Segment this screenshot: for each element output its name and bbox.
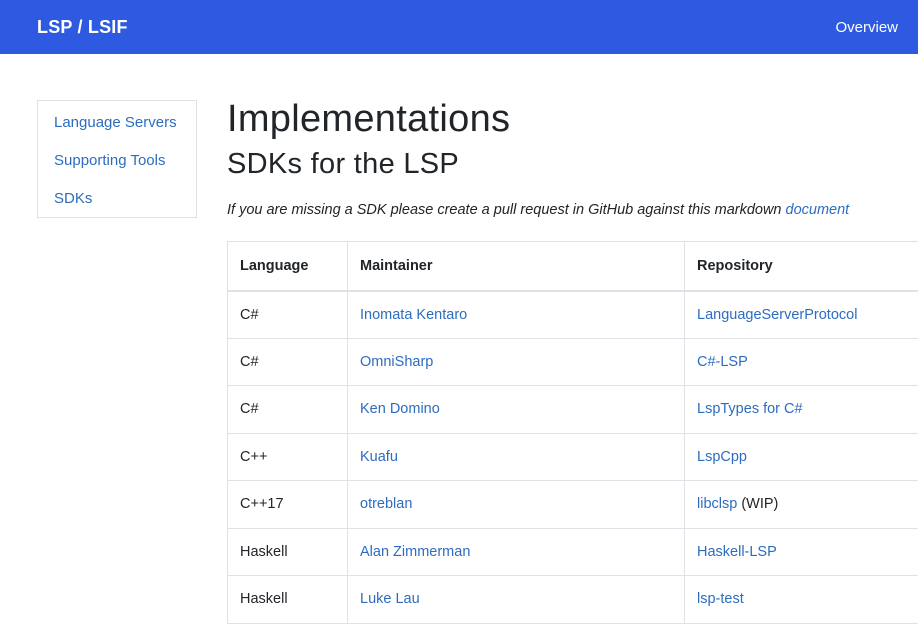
table-row: C++17 otreblan libclsp (WIP) [228,481,918,529]
repository-link[interactable]: C#-LSP [697,354,748,370]
table-row: C# OmniSharp C#-LSP [228,338,918,386]
maintainer-link[interactable]: Luke Lau [360,591,420,607]
maintainer-link[interactable]: Inomata Kentaro [360,307,467,323]
table-header-row: Language Maintainer Repository [228,242,918,291]
repository-link[interactable]: Haskell-LSP [697,544,777,560]
maintainer-link[interactable]: Kuafu [360,449,398,465]
repository-suffix: (WIP) [737,496,778,512]
sidebar-item-supporting-tools[interactable]: Supporting Tools [38,149,196,187]
repository-link[interactable]: libclsp [697,496,737,512]
cell-language: C++ [228,433,348,481]
sidebar-item-language-servers[interactable]: Language Servers [38,111,196,149]
nav-overview-link[interactable]: Overview [835,19,898,36]
cell-language: C# [228,291,348,339]
document-link[interactable]: document [786,202,850,218]
repository-link[interactable]: LanguageServerProtocol [697,307,857,323]
page-title: Implementations [227,96,918,142]
brand-link[interactable]: LSP / LSIF [37,17,128,38]
header-maintainer: Maintainer [348,242,685,291]
top-navbar: LSP / LSIF Overview [0,0,918,54]
cell-language: Haskell [228,528,348,576]
maintainer-link[interactable]: Ken Domino [360,401,440,417]
table-row: Haskell Luke Lau lsp-test [228,576,918,624]
maintainer-link[interactable]: Alan Zimmerman [360,544,470,560]
maintainer-link[interactable]: otreblan [360,496,412,512]
table-row: C# Inomata Kentaro LanguageServerProtoco… [228,291,918,339]
table-row: Haskell Alan Zimmerman Haskell-LSP [228,528,918,576]
cell-language: C# [228,338,348,386]
repository-link[interactable]: lsp-test [697,591,744,607]
cell-language: Haskell [228,576,348,624]
table-row: C++ Kuafu LspCpp [228,433,918,481]
main-content: Implementations SDKs for the LSP If you … [227,96,918,218]
table-row: C# Ken Domino LspTypes for C# [228,386,918,434]
sidebar-item-sdks[interactable]: SDKs [38,187,196,225]
sdk-table: Language Maintainer Repository C# Inomat… [227,241,918,624]
sidebar: Language Servers Supporting Tools SDKs [37,100,197,218]
repository-link[interactable]: LspCpp [697,449,747,465]
maintainer-link[interactable]: OmniSharp [360,354,433,370]
cell-language: C++17 [228,481,348,529]
contribution-note: If you are missing a SDK please create a… [227,202,918,218]
header-repository: Repository [685,242,918,291]
note-text: If you are missing a SDK please create a… [227,202,786,218]
repository-link[interactable]: LspTypes for C# [697,401,803,417]
cell-language: C# [228,386,348,434]
header-language: Language [228,242,348,291]
page-subtitle: SDKs for the LSP [227,146,918,182]
